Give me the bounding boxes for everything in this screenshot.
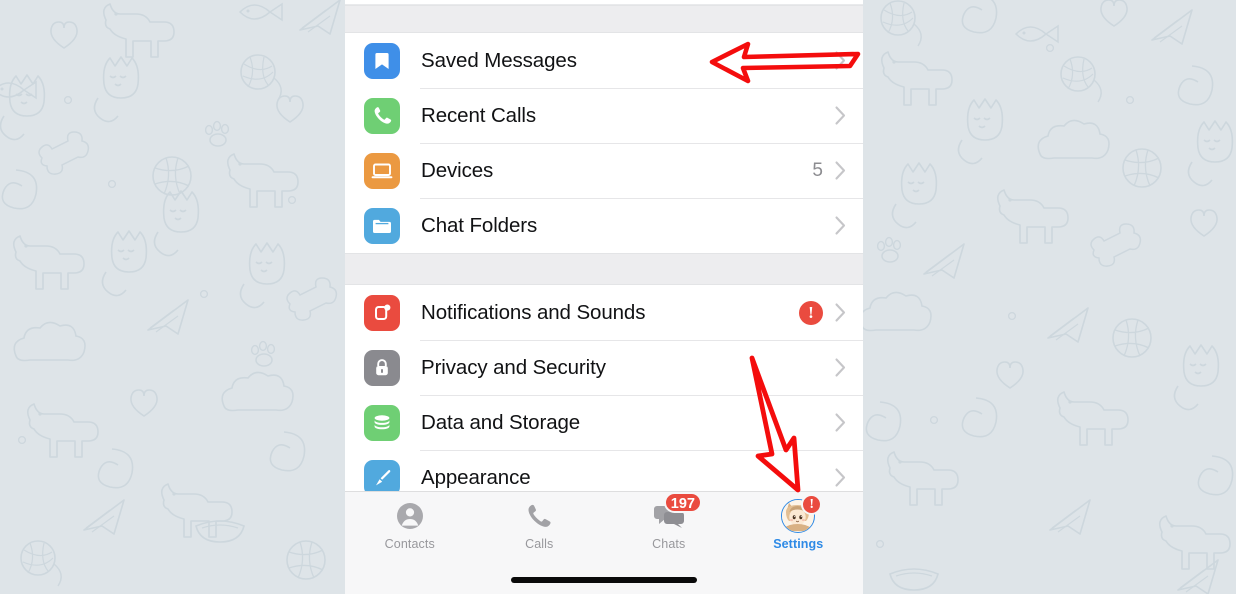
phone-handset-icon [519, 498, 559, 534]
chevron-right-icon [835, 358, 846, 377]
settings-group-preferences: Notifications and Sounds ! Privacy and S… [345, 285, 863, 505]
row-accessory [835, 468, 863, 487]
user-avatar-icon[interactable]: ! [778, 494, 823, 534]
home-indicator [511, 577, 697, 583]
row-accessory [835, 106, 863, 125]
unread-count-badge: 197 [663, 492, 702, 513]
database-icon [364, 404, 400, 441]
bookmark-icon [364, 42, 400, 79]
tab-label: Settings [773, 537, 824, 551]
chevron-right-icon [835, 303, 846, 322]
chevron-right-icon [835, 161, 846, 180]
settings-row-notifications-and-sounds[interactable]: Notifications and Sounds ! [345, 285, 863, 340]
row-label: Chat Folders [421, 213, 538, 237]
chat-bubbles-icon: 197 [649, 492, 702, 534]
devices-count-value: 5 [812, 159, 823, 181]
chevron-right-icon [835, 51, 846, 70]
screenshot-root: Saved Messages Recent Calls Devices 5 Ch… [0, 0, 1236, 594]
lock-icon [364, 349, 400, 386]
row-accessory: ! [799, 300, 863, 325]
row-accessory [835, 413, 863, 432]
chevron-right-icon [835, 106, 846, 125]
row-label: Recent Calls [421, 103, 537, 127]
row-label: Devices [421, 158, 494, 182]
status-badge: ! [799, 300, 823, 325]
tab-contacts[interactable]: Contacts [345, 498, 475, 558]
row-accessory [835, 358, 863, 377]
tab-label: Calls [525, 537, 554, 551]
settings-row-privacy-and-security[interactable]: Privacy and Security [345, 340, 863, 395]
tab-calls[interactable]: Calls [475, 498, 605, 558]
settings-row-devices[interactable]: Devices 5 [345, 143, 863, 198]
settings-row-recent-calls[interactable]: Recent Calls [345, 88, 863, 143]
tab-chats[interactable]: 197 Chats [604, 492, 734, 558]
status-badge: ! [801, 494, 823, 515]
tab-settings[interactable]: ! Settings [734, 494, 864, 558]
person-circle-icon [390, 498, 430, 534]
settings-group-account: Saved Messages Recent Calls Devices 5 Ch… [345, 33, 863, 253]
chevron-right-icon [835, 413, 846, 432]
row-accessory [835, 51, 863, 70]
settings-row-saved-messages[interactable]: Saved Messages [345, 33, 863, 88]
tab-label: Contacts [384, 537, 435, 551]
section-gap-top [345, 5, 863, 33]
notifications-bell-icon [364, 294, 400, 331]
settings-row-chat-folders[interactable]: Chat Folders [345, 198, 863, 253]
chevron-right-icon [835, 468, 846, 487]
row-accessory: 5 [812, 160, 863, 182]
row-label: Data and Storage [421, 410, 581, 434]
row-label: Appearance [421, 465, 531, 489]
phone-handset-icon [364, 97, 400, 134]
bottom-tab-bar: Contacts Calls 197 Chats ! Settings [345, 491, 863, 594]
tab-label: Chats [652, 537, 686, 551]
section-gap-middle [345, 253, 863, 285]
row-label: Saved Messages [421, 48, 577, 72]
row-label: Notifications and Sounds [421, 300, 646, 324]
laptop-icon [364, 152, 400, 189]
row-accessory [835, 216, 863, 235]
settings-row-data-and-storage[interactable]: Data and Storage [345, 395, 863, 450]
folder-icon [364, 207, 400, 244]
telegram-settings-screen: Saved Messages Recent Calls Devices 5 Ch… [345, 0, 863, 594]
chevron-right-icon [835, 216, 846, 235]
row-label: Privacy and Security [421, 355, 606, 379]
